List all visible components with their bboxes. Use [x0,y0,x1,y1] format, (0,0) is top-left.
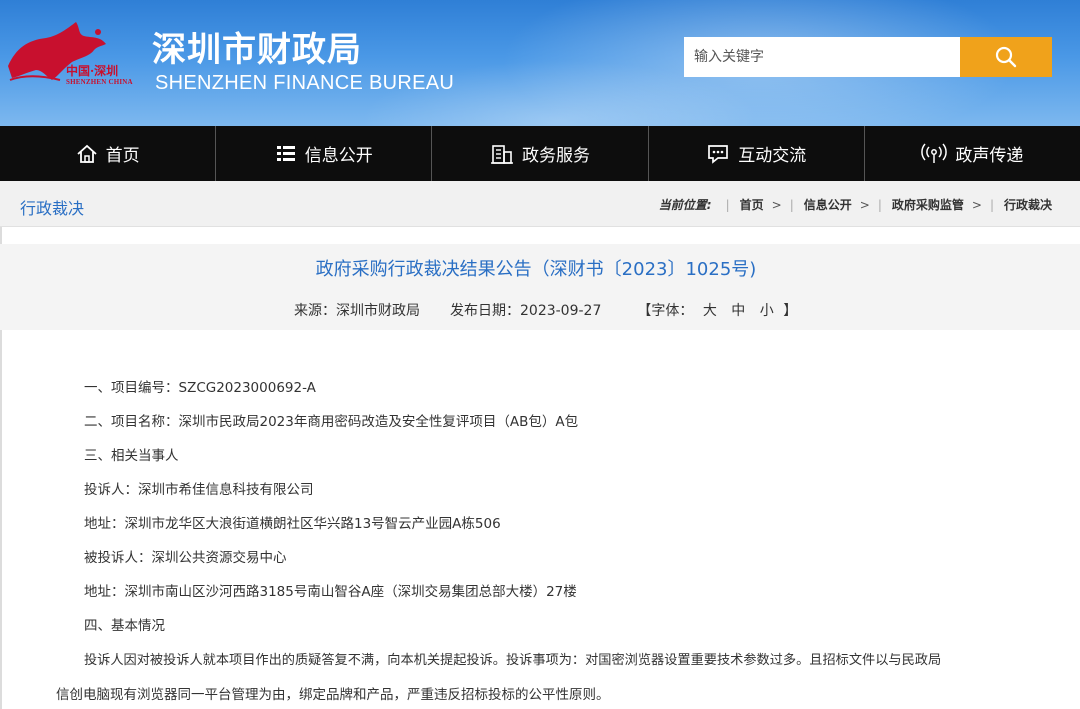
home-icon [76,144,97,163]
article-paragraph: 一、项目编号：SZCG2023000692-A [84,380,316,396]
breadcrumb-item-info-public[interactable]: 信息公开 [804,196,852,213]
article-meta: 来源：深圳市财政局 发布日期：2023-09-27 【字体： 大 中 小 】 [294,300,797,320]
font-size-large[interactable]: 大 [703,303,717,319]
nav-label: 政声传递 [955,146,1024,166]
article-source: 来源：深圳市财政局 [294,303,420,319]
nav-item-voice[interactable]: 政声传递 [865,126,1080,181]
logo-text-cn: 中国·深圳 [66,64,119,78]
list-icon [276,145,295,161]
search-button[interactable] [960,37,1052,77]
font-size-close: 】 [783,303,798,319]
nav-item-gov-services[interactable]: 政务服务 [432,126,649,181]
article-paragraph: 投诉人：深圳市希佳信息科技有限公司 [84,482,314,498]
breadcrumb-item-procurement[interactable]: 政府采购监管 [892,196,964,213]
breadcrumb: 当前位置: | 首页 > | 信息公开 > | 政府采购监管 > | 行政裁决 [659,196,1052,213]
article-paragraph: 被投诉人：深圳公共资源交易中心 [84,550,287,566]
logo-text-en: SHENZHEN CHINA [66,78,133,86]
chat-icon [708,144,729,164]
font-size-switcher: 【字体： 大 中 小 】 [637,300,797,320]
breadcrumb-item-home[interactable]: 首页 [740,196,764,213]
font-size-small[interactable]: 小 [760,303,774,319]
breadcrumb-divider: | [989,197,994,212]
breadcrumb-divider: | [877,197,882,212]
article-paragraph: 投诉人因对被投诉人就本项目作出的质疑答复不满，向本机关提起投诉。投诉事项为：对国… [84,653,942,668]
article-header: 政府采购行政裁决结果公告（深财书〔2023〕1025号) 来源：深圳市财政局 发… [0,244,1080,330]
breadcrumb-location-label: 当前位置: [658,198,712,212]
breadcrumb-item-current[interactable]: 行政裁决 [1004,196,1052,213]
breadcrumb-separator: > [971,197,982,212]
search-input[interactable] [684,37,960,77]
site-title: 深圳市财政局 [152,30,362,70]
article-date: 发布日期：2023-09-27 [450,303,602,319]
nav-item-home[interactable]: 首页 [0,126,217,181]
nav-item-interaction[interactable]: 互动交流 [649,126,865,181]
section-title[interactable]: 行政裁决 [20,195,84,219]
breadcrumb-divider: | [789,197,794,212]
nav-label: 信息公开 [304,146,373,166]
building-icon [491,144,513,164]
article-paragraph: 地址：深圳市南山区沙河西路3185号南山智谷A座（深圳交易集团总部大楼）27楼 [84,584,577,600]
breadcrumb-separator: > [771,197,782,212]
nav-label: 政务服务 [522,146,590,166]
breadcrumb-bar: 行政裁决 当前位置: | 首页 > | 信息公开 > | 政府采购监管 > | … [0,181,1080,227]
article-paragraph: 地址：深圳市龙华区大浪街道横朗社区华兴路13号智云产业园A栋506 [84,516,501,532]
breadcrumb-separator: > [859,197,870,212]
article-paragraph: 二、项目名称：深圳市民政局2023年商用密码改造及安全性复评项目（AB包）A包 [84,414,579,430]
search-icon [995,46,1017,68]
site-header: 中国·深圳 SHENZHEN CHINA 深圳市财政局 SHENZHEN FIN… [0,0,1080,126]
article-paragraph: 四、基本情况 [84,618,165,634]
broadcast-icon [921,143,948,163]
breadcrumb-divider: | [725,197,730,212]
nav-label: 首页 [105,146,140,166]
article-title: 政府采购行政裁决结果公告（深财书〔2023〕1025号) [315,259,757,280]
main-nav: 首页 信息公开 政务服务 互动交流 政声传递 [0,126,1080,181]
article-paragraph: 三、相关当事人 [84,448,179,464]
nav-item-info-public[interactable]: 信息公开 [216,126,433,181]
site-subtitle: SHENZHEN FINANCE BUREAU [155,72,455,94]
article-paragraph: 信创电脑现有浏览器同一平台管理为由，绑定品牌和产品，严重违反招标投标的公平性原则… [56,687,610,703]
font-size-medium[interactable]: 中 [731,303,745,319]
font-size-label: 【字体： [637,303,694,319]
nav-label: 互动交流 [738,146,807,166]
